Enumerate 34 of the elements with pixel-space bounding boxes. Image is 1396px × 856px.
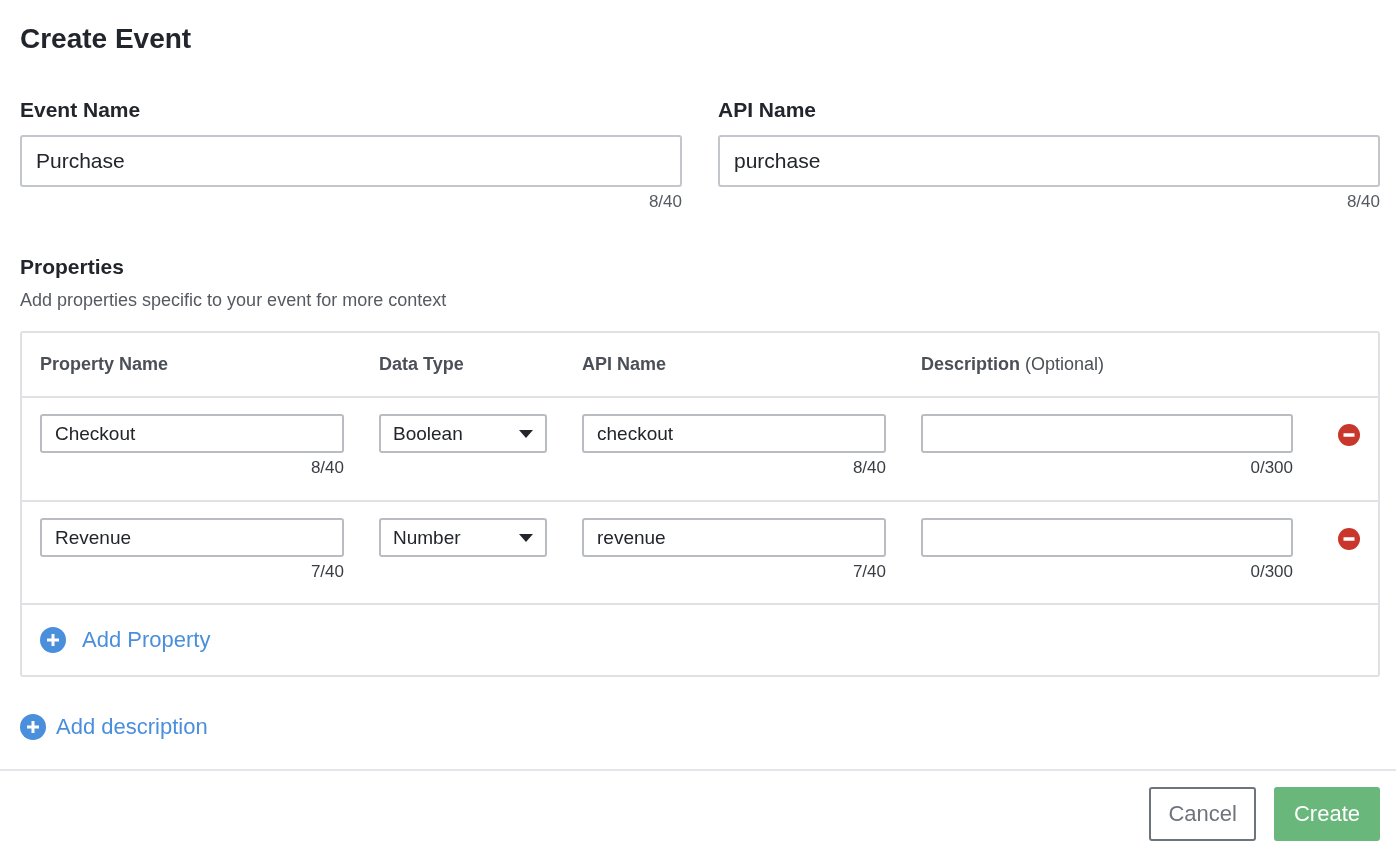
- column-header: Property Name: [40, 354, 169, 375]
- section-heading: Properties: [20, 255, 124, 279]
- column-header: Description (Optional): [921, 354, 1105, 375]
- column-header: API Name: [582, 354, 667, 375]
- character-counter: 8/40: [1346, 193, 1380, 211]
- character-counter: 8/40: [310, 459, 344, 477]
- section-description: Add properties specific to your event for more context: [20, 289, 447, 311]
- character-counter: 8/40: [648, 193, 682, 211]
- character-counter: 7/40: [310, 563, 344, 581]
- character-counter: 0/300: [1250, 563, 1293, 581]
- field-label: API Name: [718, 98, 817, 122]
- api-name-field[interactable]: checkout: [582, 414, 886, 453]
- caret-icon: [519, 429, 533, 438]
- api-name-field[interactable]: revenue: [582, 518, 886, 557]
- character-counter: 7/40: [852, 563, 886, 581]
- text-field[interactable]: purchase: [718, 135, 1380, 187]
- plus-circle-icon: [20, 714, 46, 740]
- data-type-dropdown[interactable]: Boolean: [379, 414, 547, 453]
- character-counter: 0/300: [1250, 459, 1293, 477]
- property-name-field[interactable]: Revenue: [40, 518, 344, 557]
- field-label: Event Name: [20, 98, 141, 122]
- dialog-title: Create Event: [20, 22, 193, 56]
- text-field[interactable]: Purchase: [20, 135, 682, 187]
- data-type-dropdown[interactable]: Number: [379, 518, 547, 557]
- cancel-button[interactable]: Cancel: [1149, 787, 1256, 841]
- caret-icon: [519, 533, 533, 542]
- column-header: Data Type: [379, 354, 464, 375]
- remove-icon[interactable]: [1338, 424, 1360, 446]
- description-field[interactable]: [921, 414, 1293, 453]
- plus-circle-icon: [40, 627, 66, 653]
- remove-icon[interactable]: [1338, 528, 1360, 550]
- character-counter: 8/40: [852, 459, 886, 477]
- property-name-field[interactable]: Checkout: [40, 414, 344, 453]
- description-field[interactable]: [921, 518, 1293, 557]
